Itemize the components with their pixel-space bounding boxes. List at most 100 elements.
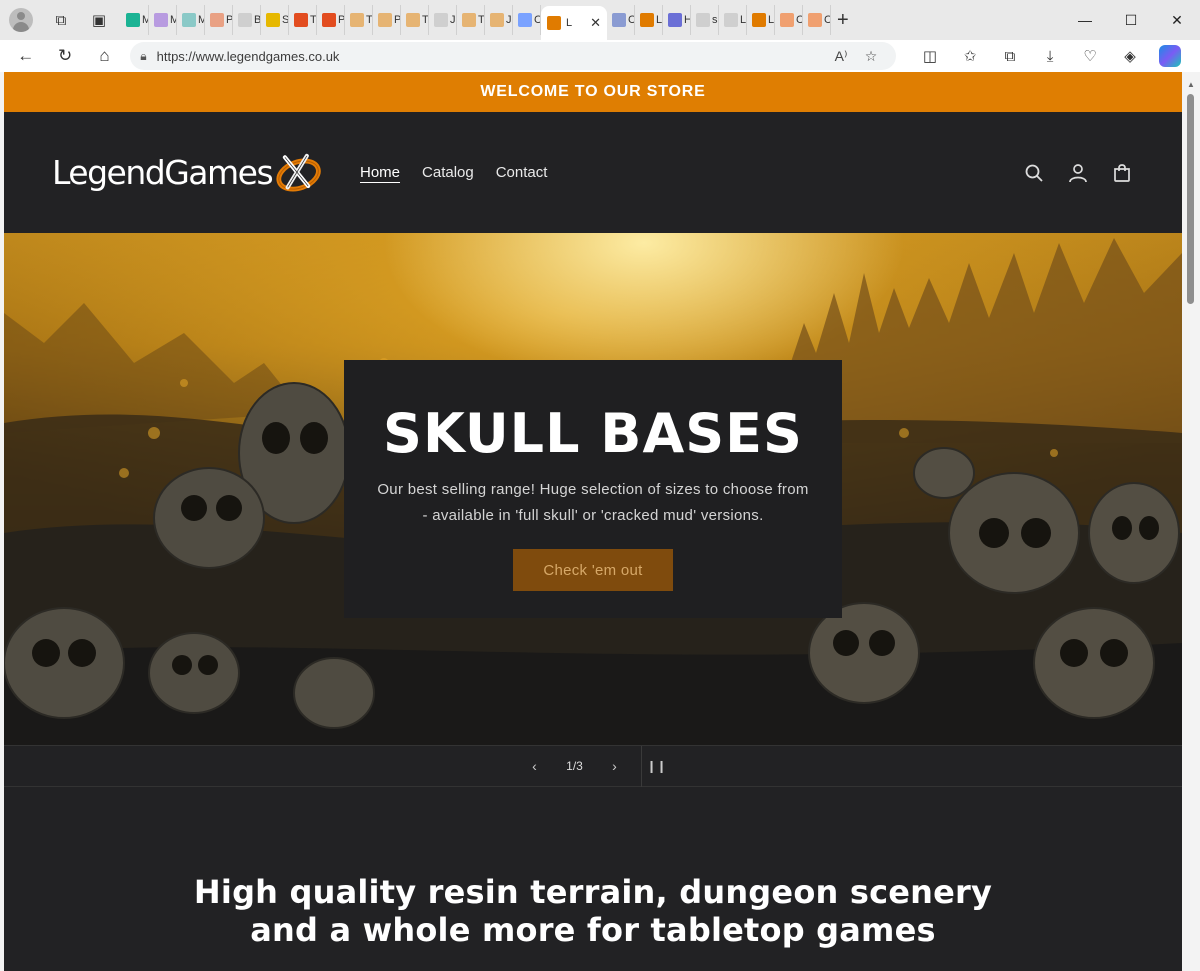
tab-favicon-icon bbox=[724, 13, 738, 27]
workspaces-icon[interactable]: ⧉ bbox=[47, 6, 75, 34]
tab-title: P bbox=[394, 14, 401, 26]
tab-tabs-0[interactable]: M bbox=[121, 5, 149, 35]
hero-slideshow: SKULL BASES Our best selling range! Huge… bbox=[4, 233, 1182, 745]
tab-tabs_after-2[interactable]: H bbox=[663, 5, 691, 35]
profile-avatar-icon[interactable] bbox=[9, 8, 33, 32]
tab-favicon-icon bbox=[350, 13, 364, 27]
site-header: LegendGames Home Catalog Contact bbox=[4, 112, 1182, 233]
new-tab-button[interactable]: + bbox=[837, 9, 849, 32]
slideshow-controls: ‹ 1/3 › ❙❙ bbox=[4, 745, 1182, 787]
tab-favicon-icon bbox=[640, 13, 654, 27]
tab-favicon-icon bbox=[780, 13, 794, 27]
tab-title: C bbox=[534, 14, 540, 26]
tab-favicon-icon bbox=[612, 13, 626, 27]
tab-favicon-icon bbox=[668, 13, 682, 27]
tab-tabs_after-1[interactable]: L bbox=[635, 5, 663, 35]
tab-list: MMMPBSTPTPTJTJCL✕CLHsLLCC bbox=[121, 0, 831, 40]
search-icon[interactable] bbox=[1022, 161, 1046, 185]
close-window-icon[interactable]: ✕ bbox=[1154, 0, 1200, 40]
tagline-line-1: High quality resin terrain, dungeon scen… bbox=[193, 873, 993, 911]
tab-favicon-icon bbox=[154, 13, 168, 27]
tab-tabs_after-0[interactable]: C bbox=[607, 5, 635, 35]
tab-title: C bbox=[796, 14, 802, 26]
tab-tabs-7[interactable]: P bbox=[317, 5, 345, 35]
tab-favicon-icon bbox=[808, 13, 822, 27]
copilot-icon[interactable] bbox=[1150, 42, 1190, 70]
minimize-icon[interactable]: — bbox=[1062, 0, 1108, 40]
tab-tabs-12[interactable]: T bbox=[457, 5, 485, 35]
split-screen-icon[interactable]: ◫ bbox=[910, 42, 950, 70]
header-actions bbox=[1022, 161, 1134, 185]
tab-tabs-14[interactable]: C bbox=[513, 5, 541, 35]
tab-tabs-2[interactable]: M bbox=[177, 5, 205, 35]
tab-tabs_after-7[interactable]: C bbox=[803, 5, 831, 35]
tab-tabs-8[interactable]: T bbox=[345, 5, 373, 35]
collections-icon[interactable]: ⧉ bbox=[990, 42, 1030, 70]
tab-favicon-icon bbox=[462, 13, 476, 27]
page-scrollbar[interactable]: ▲ bbox=[1182, 72, 1200, 971]
tagline-heading: High quality resin terrain, dungeon scen… bbox=[4, 873, 1182, 949]
tab-tabs-10[interactable]: T bbox=[401, 5, 429, 35]
tab-tabs_after-3[interactable]: s bbox=[691, 5, 719, 35]
pause-icon[interactable]: ❙❙ bbox=[642, 759, 672, 773]
previous-slide-icon[interactable]: ‹ bbox=[515, 758, 555, 774]
tab-favicon-icon bbox=[696, 13, 710, 27]
hero-title: SKULL BASES bbox=[383, 402, 803, 465]
refresh-icon[interactable]: ↻ bbox=[49, 42, 80, 70]
maximize-icon[interactable]: ☐ bbox=[1108, 0, 1154, 40]
tab-title: L bbox=[566, 17, 573, 29]
tab-tabs-5[interactable]: S bbox=[261, 5, 289, 35]
tab-title: M bbox=[142, 14, 148, 26]
scroll-up-icon[interactable]: ▲ bbox=[1187, 80, 1195, 89]
tab-title: L bbox=[768, 14, 775, 26]
tab-tabs-13[interactable]: J bbox=[485, 5, 513, 35]
slide-counter: 1/3 bbox=[566, 759, 583, 773]
extensions-icon[interactable]: ◈ bbox=[1110, 42, 1150, 70]
tab-favicon-icon bbox=[210, 13, 224, 27]
favorites-icon[interactable]: ✩ bbox=[950, 42, 990, 70]
read-aloud-icon[interactable]: A⁾ bbox=[826, 48, 856, 65]
address-toolbar: ← ↻ ⌂ 🔒︎ https://www.legendgames.co.uk A… bbox=[0, 40, 1200, 72]
tab-tabs_after-6[interactable]: C bbox=[775, 5, 803, 35]
tab-tabs_after-4[interactable]: L bbox=[719, 5, 747, 35]
downloads-icon[interactable]: ⤓ bbox=[1030, 42, 1070, 70]
nav-catalog[interactable]: Catalog bbox=[422, 164, 474, 181]
tab-tabs-9[interactable]: P bbox=[373, 5, 401, 35]
tab-title: L bbox=[656, 14, 663, 26]
browser-essentials-icon[interactable]: ♡ bbox=[1070, 42, 1110, 70]
main-navigation: Home Catalog Contact bbox=[360, 164, 547, 181]
back-icon[interactable]: ← bbox=[10, 42, 41, 70]
tab-title: T bbox=[366, 14, 373, 26]
tab-title: M bbox=[198, 14, 204, 26]
browser-tab-strip: ⧉ ▣ MMMPBSTPTPTJTJCL✕CLHsLLCC + — ☐ ✕ bbox=[0, 0, 1200, 40]
nav-contact[interactable]: Contact bbox=[496, 164, 548, 181]
tab-favicon-icon bbox=[266, 13, 280, 27]
home-icon[interactable]: ⌂ bbox=[89, 42, 120, 70]
lock-icon[interactable]: 🔒︎ bbox=[140, 49, 146, 64]
tab-favicon-icon bbox=[490, 13, 504, 27]
scrollbar-thumb[interactable] bbox=[1187, 94, 1194, 304]
tab-tabs-11[interactable]: J bbox=[429, 5, 457, 35]
close-tab-icon[interactable]: ✕ bbox=[590, 15, 601, 31]
tab-title: P bbox=[226, 14, 233, 26]
tab-tabs-4[interactable]: B bbox=[233, 5, 261, 35]
tab-title: T bbox=[310, 14, 317, 26]
address-bar[interactable]: 🔒︎ https://www.legendgames.co.uk A⁾ ☆ bbox=[130, 42, 897, 70]
tab-favicon-icon bbox=[294, 13, 308, 27]
tab-tabs-6[interactable]: T bbox=[289, 5, 317, 35]
tab-active[interactable]: L ✕ bbox=[541, 6, 607, 40]
tab-tabs_after-5[interactable]: L bbox=[747, 5, 775, 35]
cart-icon[interactable] bbox=[1110, 161, 1134, 185]
next-slide-icon[interactable]: › bbox=[595, 758, 635, 774]
tab-tabs-1[interactable]: M bbox=[149, 5, 177, 35]
tab-tabs-3[interactable]: P bbox=[205, 5, 233, 35]
check-em-out-button[interactable]: Check 'em out bbox=[513, 549, 673, 591]
account-icon[interactable] bbox=[1066, 161, 1090, 185]
nav-home[interactable]: Home bbox=[360, 164, 400, 181]
tab-title: P bbox=[338, 14, 345, 26]
vertical-tabs-icon[interactable]: ▣ bbox=[85, 6, 113, 34]
tab-favicon-icon bbox=[238, 13, 252, 27]
site-logo[interactable]: LegendGames bbox=[52, 142, 322, 204]
url-text[interactable]: https://www.legendgames.co.uk bbox=[157, 49, 826, 64]
favorite-star-icon[interactable]: ☆ bbox=[856, 48, 886, 65]
